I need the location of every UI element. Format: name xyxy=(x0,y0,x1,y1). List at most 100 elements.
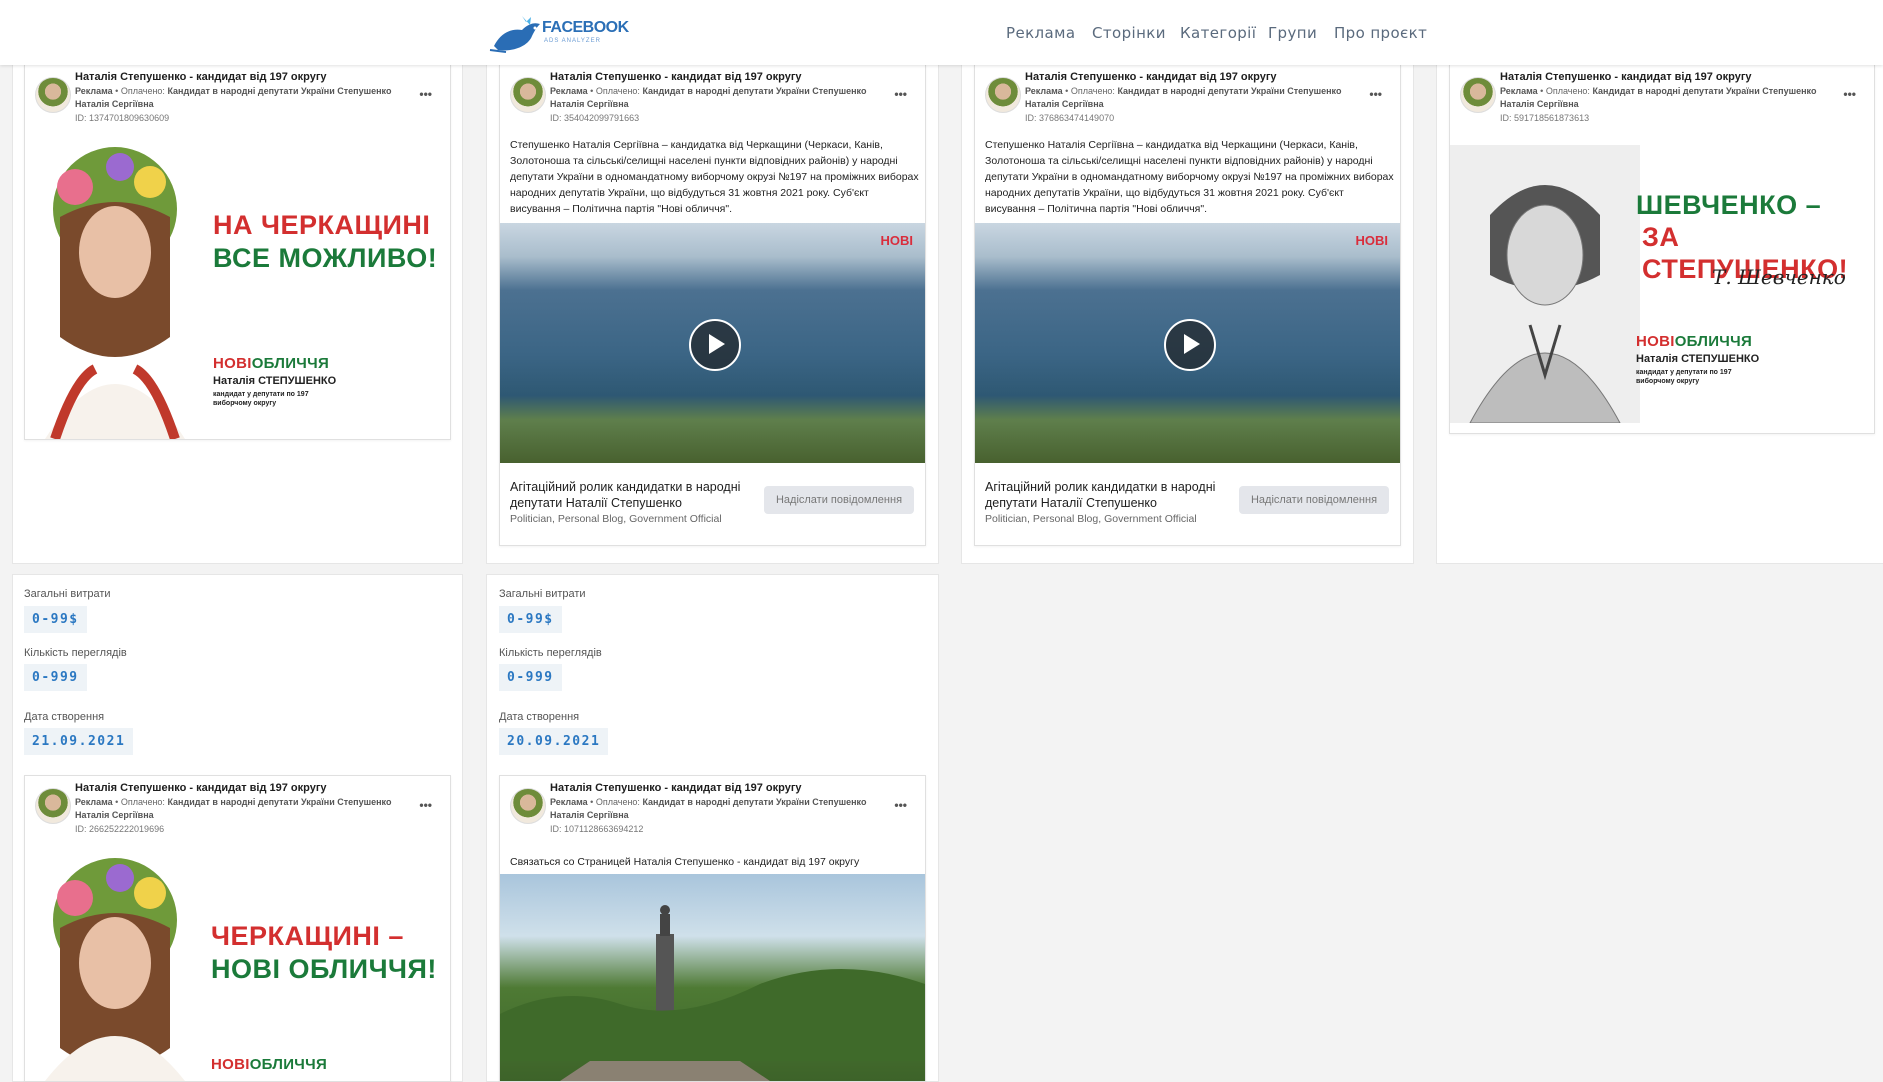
send-message-button[interactable]: Надіслати повідомлення xyxy=(764,486,914,514)
ad-card: Наталія Степушенко - кандидат від 197 ок… xyxy=(1449,64,1875,434)
paid-label: Оплачено: xyxy=(1070,86,1115,96)
spend-label: Загальні витрати xyxy=(24,588,111,600)
brand-red: НОВІ xyxy=(1636,333,1675,350)
ad-label: Реклама xyxy=(75,797,113,807)
video-caption[interactable]: Агітаційний ролик кандидатки в народні д… xyxy=(985,479,1235,511)
paid-label: Оплачено: xyxy=(595,797,640,807)
brand-green: ОБЛИЧЧЯ xyxy=(251,355,330,372)
avatar xyxy=(35,77,71,113)
post-author[interactable]: Наталія Степушенко - кандидат від 197 ок… xyxy=(1025,71,1277,83)
video-thumbnail[interactable]: НОВІ xyxy=(975,223,1400,463)
monument-icon xyxy=(500,905,925,1081)
site-logo[interactable]: FACEBOOK ADS ANALYZER xyxy=(488,6,629,58)
post-meta: Реклама • Оплачено: Кандидат в народні д… xyxy=(550,86,867,109)
nav-groups[interactable]: Групи xyxy=(1268,24,1317,42)
ad-label: Реклама xyxy=(75,86,113,96)
spend-value: 0-99$ xyxy=(499,606,562,633)
views-label: Кількість переглядів xyxy=(499,647,602,659)
ad-label: Реклама xyxy=(1500,86,1538,96)
more-dots-icon[interactable]: ••• xyxy=(894,87,907,101)
logo-text: FACEBOOK xyxy=(542,19,629,36)
party-brand: НОВІОБЛИЧЧЯ xyxy=(1636,333,1752,350)
video-caption-sub: Politician, Personal Blog, Government Of… xyxy=(985,513,1197,525)
date-label: Дата створення xyxy=(24,711,105,723)
post-meta: Реклама • Оплачено: Кандидат в народні д… xyxy=(550,797,867,820)
ad-label: Реклама xyxy=(550,86,588,96)
candidate-name: Наталія СТЕПУШЕНКО xyxy=(1636,353,1760,365)
ad-card: Наталія Степушенко - кандидат від 197 ок… xyxy=(24,775,451,1082)
post-author[interactable]: Наталія Степушенко - кандидат від 197 ок… xyxy=(550,782,802,794)
views-value: 0-999 xyxy=(499,664,562,691)
nav-pages[interactable]: Сторінки xyxy=(1092,24,1166,42)
slogan-line-1: НА ЧЕРКАЩИНІ xyxy=(213,210,431,240)
ad-id: ID: 354042099791663 xyxy=(550,113,640,123)
ad-image: НА ЧЕРКАЩИНІ ВСЕ МОЖЛИВО! НОВІОБЛИЧЧЯ На… xyxy=(25,147,450,439)
signature: Т. Шевченко xyxy=(1712,265,1846,289)
video-thumbnail[interactable]: НОВІ xyxy=(500,223,925,463)
party-brand: НОВІОБЛИЧЧЯ xyxy=(211,1056,327,1073)
brand-green: ОБЛИЧЧЯ xyxy=(1674,333,1753,350)
video-caption[interactable]: Агітаційний ролик кандидатки в народні д… xyxy=(510,479,760,511)
play-icon[interactable] xyxy=(688,319,741,371)
candidate-name: Наталія СТЕПУШЕНКО xyxy=(213,375,337,387)
date-value: 20.09.2021 xyxy=(499,728,609,755)
date-value: 21.09.2021 xyxy=(24,728,134,755)
post-author[interactable]: Наталія Степушенко - кандидат від 197 ок… xyxy=(75,71,327,83)
top-navbar: FACEBOOK ADS ANALYZER Реклама Сторінки К… xyxy=(0,0,1883,65)
ad-label: Реклама xyxy=(550,797,588,807)
ad-image: ЧЕРКАЩИНІ – НОВІ ОБЛИЧЧЯ! НОВІОБЛИЧЧЯ xyxy=(25,858,450,1081)
slogan-line-2: ВСЕ МОЖЛИВО! xyxy=(213,243,438,273)
views-label: Кількість переглядів xyxy=(24,647,127,659)
ad-card: Наталія Степушенко - кандидат від 197 ок… xyxy=(974,64,1401,546)
spend-value: 0-99$ xyxy=(24,606,87,633)
ad-id: ID: 376863474149070 xyxy=(1025,113,1115,123)
paid-label: Оплачено: xyxy=(120,86,165,96)
more-dots-icon[interactable]: ••• xyxy=(1843,87,1856,101)
paid-label: Оплачено: xyxy=(595,86,640,96)
ad-id: ID: 591718561873613 xyxy=(1500,113,1590,123)
video-caption-sub: Politician, Personal Blog, Government Of… xyxy=(510,513,722,525)
logo-subtext: ADS ANALYZER xyxy=(544,38,601,44)
post-text: Степушенко Наталія Сергіївна – кандидатк… xyxy=(510,139,919,215)
nav-about[interactable]: Про проєкт xyxy=(1334,24,1427,42)
views-value: 0-999 xyxy=(24,664,87,691)
ad-card: Наталія Степушенко - кандидат від 197 ок… xyxy=(499,775,926,1082)
more-dots-icon[interactable]: ••• xyxy=(1369,87,1382,101)
more-dots-icon[interactable]: ••• xyxy=(419,798,432,812)
post-meta: Реклама • Оплачено: Кандидат в народні д… xyxy=(75,797,392,820)
slogan-line-1: ШЕВЧЕНКО – xyxy=(1636,190,1822,220)
video-logo: НОВІ xyxy=(880,233,914,248)
post-meta: Реклама • Оплачено: Кандидат в народні д… xyxy=(1500,86,1817,109)
nav-categories[interactable]: Категорії xyxy=(1180,24,1256,42)
candidate-portrait xyxy=(45,147,185,439)
ad-image: ШЕВЧЕНКО – ЗА СТЕПУШЕНКО! Т. Шевченко НО… xyxy=(1450,145,1874,423)
spend-label: Загальні витрати xyxy=(499,588,586,600)
ad-label: Реклама xyxy=(1025,86,1063,96)
slogan-line-2: НОВІ ОБЛИЧЧЯ! xyxy=(211,954,437,984)
candidate-portrait xyxy=(45,858,185,1081)
brand-green: ОБЛИЧЧЯ xyxy=(249,1056,328,1073)
post-meta: Реклама • Оплачено: Кандидат в народні д… xyxy=(1025,86,1342,109)
post-author[interactable]: Наталія Степушенко - кандидат від 197 ок… xyxy=(1500,71,1752,83)
avatar xyxy=(1460,77,1496,113)
party-brand: НОВІОБЛИЧЧЯ xyxy=(213,355,329,372)
candidate-sub: кандидат у депутати по 197 виборчому окр… xyxy=(213,391,309,407)
more-dots-icon[interactable]: ••• xyxy=(419,87,432,101)
ad-id: ID: 1374701809630609 xyxy=(75,113,170,123)
post-meta: Реклама • Оплачено: Кандидат в народні д… xyxy=(75,86,392,109)
paid-label: Оплачено: xyxy=(1545,86,1590,96)
ad-id: ID: 1071128663694212 xyxy=(550,824,644,834)
bird-logo-icon xyxy=(489,16,540,53)
video-logo: НОВІ xyxy=(1355,233,1389,248)
avatar xyxy=(510,77,546,113)
post-author[interactable]: Наталія Степушенко - кандидат від 197 ок… xyxy=(550,71,802,83)
more-dots-icon[interactable]: ••• xyxy=(894,798,907,812)
ad-card: Наталія Степушенко - кандидат від 197 ок… xyxy=(24,64,451,440)
nav-ads[interactable]: Реклама xyxy=(1006,24,1075,42)
send-message-button[interactable]: Надіслати повідомлення xyxy=(1239,486,1389,514)
post-author[interactable]: Наталія Степушенко - кандидат від 197 ок… xyxy=(75,782,327,794)
paid-label: Оплачено: xyxy=(120,797,165,807)
play-icon[interactable] xyxy=(1163,319,1216,371)
avatar xyxy=(510,788,546,824)
monument-photo xyxy=(500,874,925,1081)
